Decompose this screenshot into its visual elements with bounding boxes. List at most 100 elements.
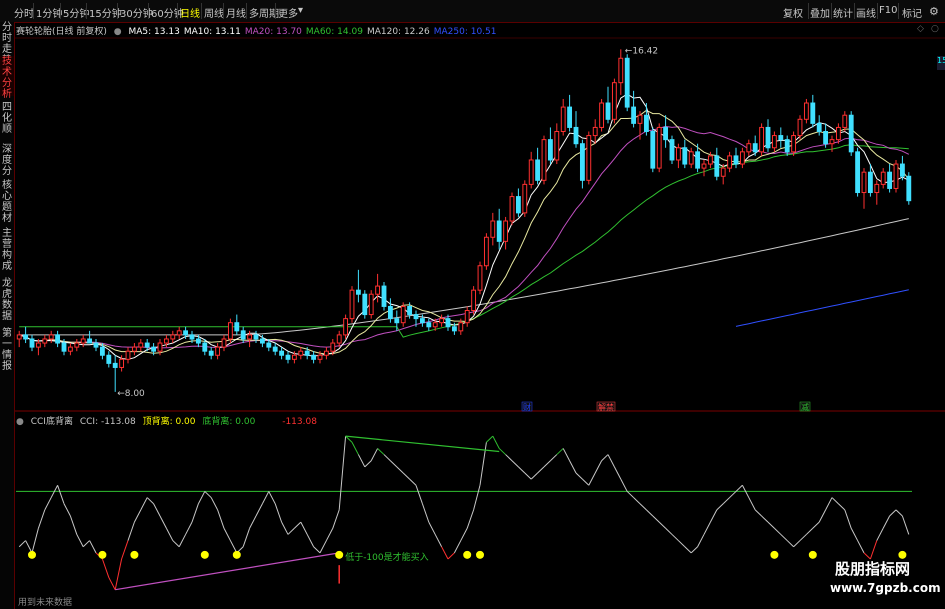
candle-body: [829, 139, 835, 145]
cci-line: [806, 527, 814, 535]
cci-line: [729, 491, 737, 498]
cci-line: [575, 472, 583, 480]
cci-line: [505, 454, 513, 462]
cci-line: [434, 534, 443, 547]
candle-body: [861, 171, 867, 194]
cci-line: [159, 515, 167, 529]
candle-body: [682, 147, 688, 165]
cci-line: [377, 448, 385, 455]
cci-line: [69, 515, 78, 535]
candle-body: [490, 220, 496, 238]
cci-line: [780, 534, 788, 541]
candle-body: [688, 151, 694, 165]
cci-line: [620, 478, 628, 492]
cci-line: [261, 491, 270, 504]
candle-body: [695, 151, 701, 169]
candle-body: [42, 338, 48, 344]
cci-line: [89, 540, 97, 554]
cci-line: [409, 478, 417, 486]
candle-body: [157, 342, 163, 352]
cci-line: [281, 521, 289, 535]
stock-chart[interactable]: ←16.42 ←8.00 财 解禁 减低于-100是才能买入: [0, 0, 945, 609]
event-label[interactable]: 解禁: [598, 402, 614, 412]
candle-body: [554, 131, 560, 161]
event-label[interactable]: 财: [523, 402, 531, 412]
candle-body: [387, 305, 393, 320]
cci-line: [351, 442, 359, 455]
candle-body: [579, 143, 585, 181]
ma20-line: [19, 125, 910, 349]
candle-body: [535, 159, 541, 181]
cci-line: [370, 448, 379, 461]
candle-body: [304, 350, 310, 356]
cci-line: [550, 454, 558, 462]
cci-line: [146, 497, 154, 505]
cci-line: [690, 546, 698, 554]
candle-body: [483, 236, 489, 267]
candle-body: [279, 350, 285, 356]
cci-line: [722, 497, 730, 505]
candle-body: [221, 338, 227, 348]
candle-body: [727, 155, 733, 169]
cci-line: [793, 540, 801, 548]
candle-body: [848, 114, 854, 153]
candle-body: [599, 102, 605, 128]
candle-body: [247, 334, 253, 340]
cci-line: [626, 491, 634, 498]
candle-body: [419, 318, 425, 324]
candle-body: [675, 147, 681, 161]
watermark-url: www.7gpzb.com: [830, 581, 941, 595]
candle-body: [624, 57, 630, 108]
cci-line: [869, 540, 878, 560]
candle-body: [99, 346, 105, 356]
event-label[interactable]: 减: [801, 402, 809, 412]
candle-body: [74, 342, 80, 348]
candle-body: [426, 322, 432, 328]
cci-line: [601, 454, 609, 462]
cci-line: [325, 528, 334, 541]
cci-line: [108, 577, 116, 590]
candle-body: [234, 322, 240, 332]
candle-body: [880, 171, 886, 185]
candle-body: [253, 334, 259, 340]
candle-body: [707, 155, 713, 165]
cci-line: [447, 552, 455, 560]
cci-line: [294, 521, 302, 529]
cci-line: [639, 503, 647, 511]
candle-body: [823, 131, 829, 145]
candle-body: [349, 289, 355, 320]
candle-body: [784, 139, 790, 153]
cci-line: [678, 540, 686, 548]
candle-body: [208, 350, 214, 356]
candle-body: [867, 171, 873, 194]
ma5-line: [19, 93, 910, 360]
cci-line: [530, 472, 538, 480]
cci-line: [486, 435, 494, 443]
candle-body: [189, 334, 195, 340]
candle-body: [899, 163, 905, 177]
cci-line: [210, 497, 219, 511]
candle-body: [778, 135, 784, 141]
candle-body: [586, 135, 592, 181]
smiley-icon: [476, 550, 484, 559]
cci-line: [383, 454, 391, 462]
candle-body: [272, 346, 278, 352]
cci-line: [588, 472, 596, 486]
cci-line: [274, 503, 283, 523]
candle-body: [67, 346, 73, 352]
cci-line: [652, 515, 660, 523]
candle-body: [413, 314, 419, 320]
cci-line: [185, 521, 193, 535]
cci-line: [63, 503, 71, 517]
cci-line: [242, 528, 251, 547]
candle-body: [285, 354, 291, 360]
cci-line: [306, 534, 315, 547]
candle-body: [445, 318, 451, 328]
candle-body: [144, 342, 150, 348]
candle-body: [183, 330, 189, 336]
cci-line: [357, 454, 366, 468]
cci-line: [268, 491, 276, 504]
candle-body: [259, 338, 265, 344]
candle-body: [855, 151, 861, 194]
ma120-line: [19, 218, 909, 336]
